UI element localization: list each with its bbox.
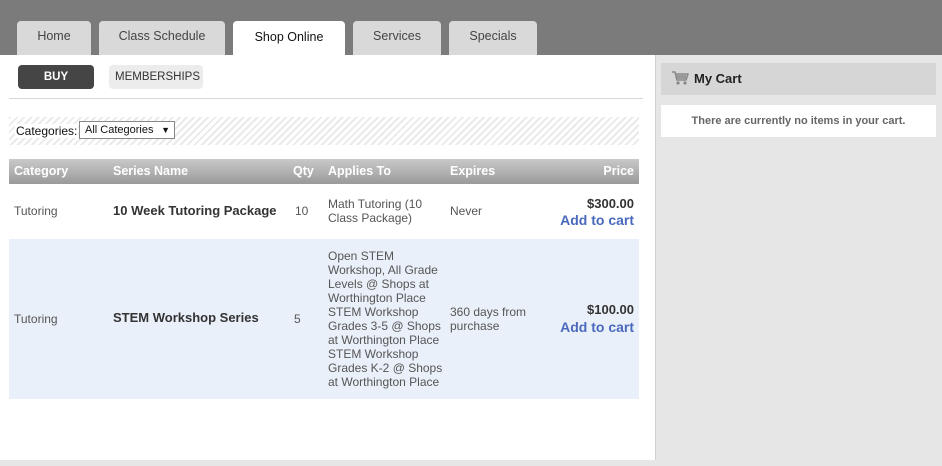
header-category: Category <box>14 164 69 178</box>
applies-line: Math Tutoring (10 <box>328 197 423 211</box>
table-header: Category Series Name Qty Applies To Expi… <box>9 159 639 184</box>
tab-shop-online-label: Shop Online <box>254 30 324 44</box>
shopping-cart-icon <box>672 71 689 85</box>
dropdown-arrow-icon: ▼ <box>161 125 170 135</box>
applies-line: STEM Workshop <box>328 305 419 319</box>
row-applies-to: Math Tutoring (10 Class Package) <box>328 197 443 225</box>
applies-line: at Worthington Place <box>328 333 440 347</box>
applies-line: Grades 3-5 @ Shops <box>328 319 441 333</box>
row-category: Tutoring <box>14 312 58 326</box>
footer-line <box>0 460 942 466</box>
tab-services[interactable]: Services <box>353 21 441 55</box>
categories-filter-bar: Categories: All Categories ▼ <box>9 117 639 145</box>
add-to-cart-link[interactable]: Add to cart <box>560 212 634 228</box>
tab-home[interactable]: Home <box>17 21 91 55</box>
header-qty: Qty <box>293 164 314 178</box>
row-applies-to: Open STEM Workshop, All Grade Levels @ S… <box>328 249 448 389</box>
memberships-button[interactable]: MEMBERSHIPS <box>109 65 203 89</box>
tab-specials[interactable]: Specials <box>449 21 537 55</box>
header-applies-to: Applies To <box>328 164 391 178</box>
row-expires: Never <box>450 204 483 218</box>
tab-class-schedule[interactable]: Class Schedule <box>99 21 225 55</box>
cart-title: My Cart <box>694 71 742 86</box>
applies-line: Worthington Place <box>328 291 426 305</box>
tab-class-schedule-label: Class Schedule <box>118 29 206 43</box>
tab-shop-online[interactable]: Shop Online <box>233 21 345 55</box>
shop-main: BUY SERIES MEMBERSHIPS Categories: All C… <box>0 55 655 465</box>
categories-label: Categories: <box>15 124 79 138</box>
buy-series-button[interactable]: BUY SERIES <box>18 65 94 107</box>
header-expires: Expires <box>450 164 496 178</box>
applies-line: Class Package) <box>328 211 413 225</box>
add-to-cart-link[interactable]: Add to cart <box>560 319 634 335</box>
tab-services-label: Services <box>373 29 421 43</box>
applies-line: Workshop, All Grade <box>328 263 438 277</box>
applies-line: Open STEM <box>328 249 395 263</box>
categories-select[interactable]: All Categories ▼ <box>79 121 175 139</box>
applies-line: at Worthington Place <box>328 375 440 389</box>
header-series-name: Series Name <box>113 164 189 178</box>
tab-home-label: Home <box>37 29 71 43</box>
row-category: Tutoring <box>14 204 58 218</box>
applies-line: STEM Workshop <box>328 347 419 361</box>
tab-specials-label: Specials <box>469 29 517 43</box>
row-price: $100.00 <box>587 302 634 317</box>
top-tab-bar: Home Class Schedule Shop Online Services… <box>0 0 942 55</box>
header-price: Price <box>603 164 634 178</box>
row-qty: 5 <box>294 312 301 326</box>
divider <box>9 98 643 99</box>
cart-panel: My Cart There are currently no items in … <box>655 55 942 460</box>
cart-empty-message: There are currently no items in your car… <box>661 105 936 137</box>
row-price: $300.00 <box>587 196 634 211</box>
row-series-name: 10 Week Tutoring Package <box>113 203 277 218</box>
applies-line: Grades K-2 @ Shops <box>328 361 443 375</box>
table-row: Tutoring STEM Workshop Series 5 Open STE… <box>9 239 639 399</box>
row-expires: 360 days from purchase <box>450 305 527 333</box>
applies-line: Levels @ Shops at <box>328 277 429 291</box>
table-row: Tutoring 10 Week Tutoring Package 10 Mat… <box>9 184 639 239</box>
cart-header: My Cart <box>661 63 936 95</box>
categories-select-value: All Categories <box>85 124 154 136</box>
row-qty: 10 <box>295 204 309 218</box>
row-series-name: STEM Workshop Series <box>113 310 259 325</box>
